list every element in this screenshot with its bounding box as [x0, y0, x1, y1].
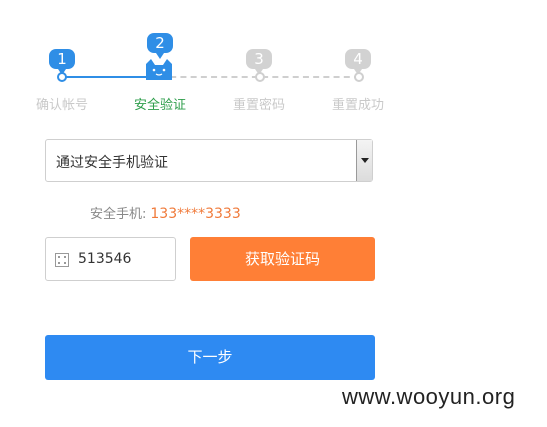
- verify-method-select[interactable]: 通过安全手机验证: [45, 139, 373, 182]
- verification-code-value: 513546: [78, 251, 132, 267]
- watermark-text: www.wooyun.org: [342, 384, 516, 409]
- security-phone-number: 133****3333: [150, 206, 241, 222]
- step-4-badge: 4: [345, 49, 371, 75]
- chevron-down-icon[interactable]: [356, 140, 372, 181]
- verification-code-input[interactable]: 513546: [45, 237, 176, 281]
- step-1-badge: 1: [49, 49, 75, 75]
- step-2-badge: 2: [147, 33, 173, 59]
- step-2-label: 安全验证: [133, 98, 186, 113]
- step-3-dot: [255, 72, 265, 82]
- security-phone-label: 安全手机:: [90, 207, 147, 222]
- progress-stepper: 1 确认帐号 2 安全验证 3 重置密码 4 重置成功: [0, 0, 547, 120]
- grid-icon: [55, 253, 69, 267]
- get-code-button[interactable]: 获取验证码: [190, 237, 375, 281]
- next-step-button[interactable]: 下一步: [45, 335, 375, 380]
- cat-mascot-icon: [146, 59, 172, 80]
- security-phone-row: 安全手机: 133****3333: [90, 203, 241, 222]
- verify-method-value: 通过安全手机验证: [56, 155, 168, 171]
- step-3-badge: 3: [246, 49, 272, 75]
- step-3-label: 重置密码: [232, 98, 285, 113]
- step-1-dot: [57, 72, 67, 82]
- step-1-label: 确认帐号: [35, 98, 88, 113]
- step-4-label: 重置成功: [331, 98, 384, 113]
- step-4-dot: [354, 72, 364, 82]
